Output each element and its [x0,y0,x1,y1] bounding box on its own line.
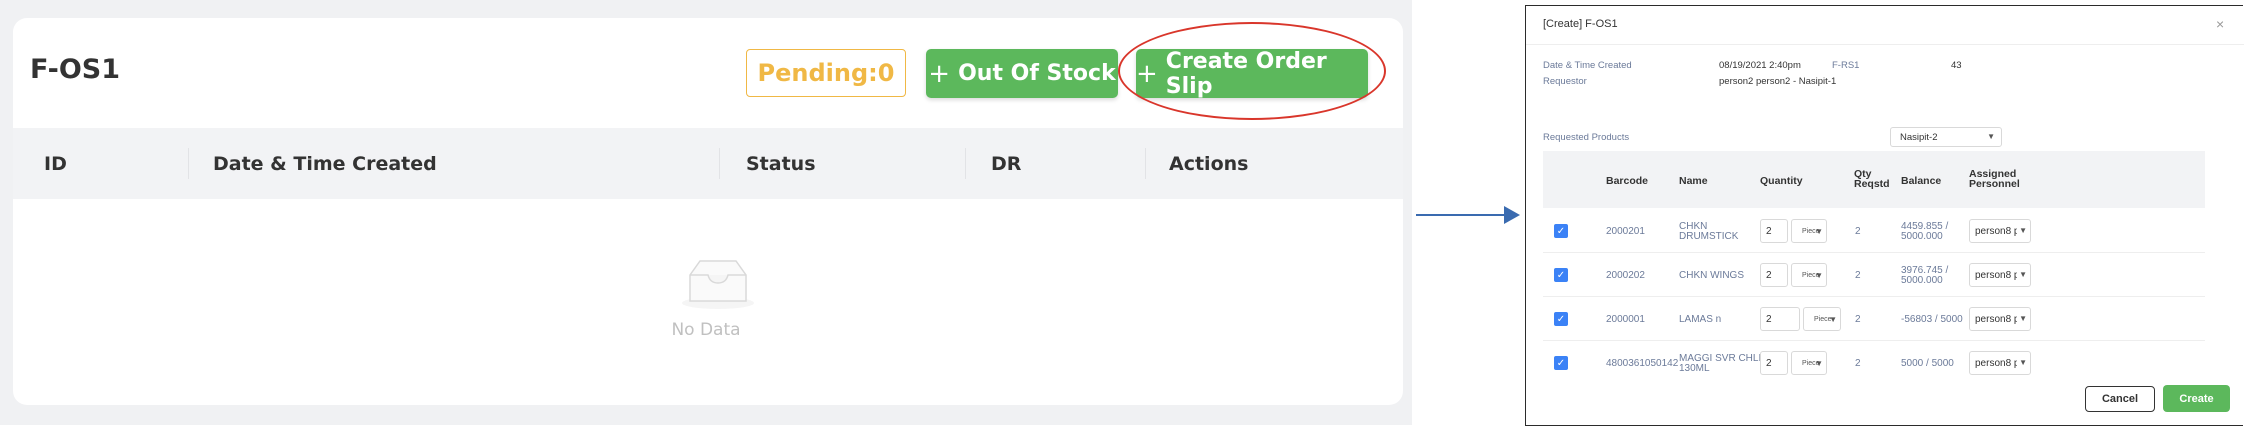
column-divider [965,148,966,179]
table-row: ✓ 4800361050142 MAGGI SVR CHLI 130ML 2 P… [1543,341,2205,377]
table-row: ✓ 2000201 CHKN DRUMSTICK 2 Piece ▼ 2 445… [1543,209,2205,253]
empty-state-text: No Data [671,320,741,340]
row-checkbox[interactable]: ✓ [1554,268,1568,282]
column-header-qty-reqstd: Qty Reqstd [1854,168,1890,190]
row-balance: 3976.745 / 5000.000 [1901,265,1949,286]
requestor-label: Requestor [1543,76,1587,87]
personnel-select[interactable]: person8 pe ▼ [1969,307,2031,331]
row-checkbox[interactable]: ✓ [1554,356,1568,370]
table-row: ✓ 2000001 LAMAS n 2 Piece ▼ 2 -56803 / 5… [1543,297,2205,341]
personnel-select[interactable]: person8 pe ▼ [1969,219,2031,243]
highlight-ellipse [1118,22,1386,120]
column-divider [188,148,189,179]
row-name: MAGGI SVR CHLI 130ML [1679,353,1762,374]
row-checkbox[interactable]: ✓ [1554,312,1568,326]
row-balance: 4459.855 / 5000.000 [1901,221,1949,242]
row-barcode: 4800361050142 [1606,358,1679,369]
row-qty-reqstd: 2 [1855,270,1861,281]
modal-title: [Create] F-OS1 [1543,18,1618,30]
chevron-down-icon: ▼ [1815,227,1823,236]
table-header: ID Date & Time Created Status DR Actions [13,128,1403,199]
products-table-header: Barcode Name Quantity Qty Reqstd Balance… [1543,151,2205,208]
out-of-stock-label: Out Of Stock [958,61,1116,86]
column-header-quantity: Quantity [1760,175,1803,187]
column-header-assigned-personnel: Assigned Personnel [1969,168,2020,190]
quantity-input[interactable]: 2 [1760,307,1800,331]
column-header-id: ID [44,152,67,175]
branch-select[interactable]: Nasipit-2 ▼ [1890,127,2002,147]
pending-badge: Pending:0 [746,49,906,97]
table-row: ✓ 2000202 CHKN WINGS 2 Piece ▼ 2 3976.74… [1543,253,2205,297]
unit-select[interactable]: Piece ▼ [1803,307,1841,331]
personnel-select[interactable]: person8 pe ▼ [1969,263,2031,287]
unit-select[interactable]: Piece ▼ [1791,351,1827,375]
column-header-barcode: Barcode [1606,175,1649,187]
quantity-input[interactable]: 2 [1760,351,1788,375]
row-barcode: 2000202 [1606,270,1645,281]
row-name: LAMAS n [1679,314,1722,325]
chevron-down-icon: ▼ [2017,270,2027,279]
branch-select-value: Nasipit-2 [1900,131,1938,143]
column-divider [719,148,720,179]
row-balance: -56803 / 5000 [1901,314,1963,325]
empty-inbox-icon [682,260,754,309]
chevron-down-icon: ▼ [2017,358,2027,367]
unit-select[interactable]: Piece ▼ [1791,219,1827,243]
quantity-input[interactable]: 2 [1760,219,1788,243]
row-qty-reqstd: 2 [1855,226,1861,237]
column-header-dr: DR [991,152,1022,175]
flow-arrow [1416,214,1506,216]
personnel-select[interactable]: person8 pe ▼ [1969,351,2031,375]
column-header-name: Name [1679,175,1708,187]
row-barcode: 2000001 [1606,314,1645,325]
chevron-down-icon: ▼ [1987,132,1995,141]
column-header-status: Status [746,152,816,175]
cancel-button[interactable]: Cancel [2085,386,2155,412]
chevron-down-icon: ▼ [2017,314,2027,323]
date-created-label: Date & Time Created [1543,60,1632,71]
fr-label: F-RS1 [1832,60,1860,71]
chevron-down-icon: ▼ [1815,271,1823,280]
row-name: CHKN DRUMSTICK [1679,221,1739,242]
chevron-down-icon: ▼ [1815,359,1823,368]
chevron-down-icon: ▼ [1829,315,1837,324]
flow-arrow-head [1504,206,1520,224]
unit-select[interactable]: Piece ▼ [1791,263,1827,287]
date-created-value: 08/19/2021 2:40pm [1719,60,1801,71]
column-header-date: Date & Time Created [213,152,437,175]
page-title: F-OS1 [30,54,121,85]
column-divider [1145,148,1146,179]
out-of-stock-button[interactable]: + Out Of Stock [926,49,1118,98]
row-name: CHKN WINGS [1679,270,1744,281]
row-qty-reqstd: 2 [1855,314,1861,325]
create-order-slip-modal: [Create] F-OS1 × Date & Time Created 08/… [1525,5,2244,426]
row-checkbox[interactable]: ✓ [1554,224,1568,238]
close-icon[interactable]: × [2216,16,2224,32]
column-header-actions: Actions [1169,152,1249,175]
modal-header-divider [1526,44,2244,45]
column-header-balance: Balance [1901,175,1942,187]
fr-value: 43 [1951,60,1962,71]
chevron-down-icon: ▼ [2017,226,2027,235]
quantity-input[interactable]: 2 [1760,263,1788,287]
row-balance: 5000 / 5000 [1901,358,1954,369]
row-barcode: 2000201 [1606,226,1645,237]
row-qty-reqstd: 2 [1855,358,1861,369]
order-slips-page: F-OS1 Pending:0 + Out Of Stock + Create … [0,0,1412,425]
create-button[interactable]: Create [2163,385,2230,412]
requestor-value: person2 person2 - Nasipit-1 [1719,76,1837,87]
requested-products-label: Requested Products [1543,132,1630,143]
plus-icon: + [928,58,951,89]
